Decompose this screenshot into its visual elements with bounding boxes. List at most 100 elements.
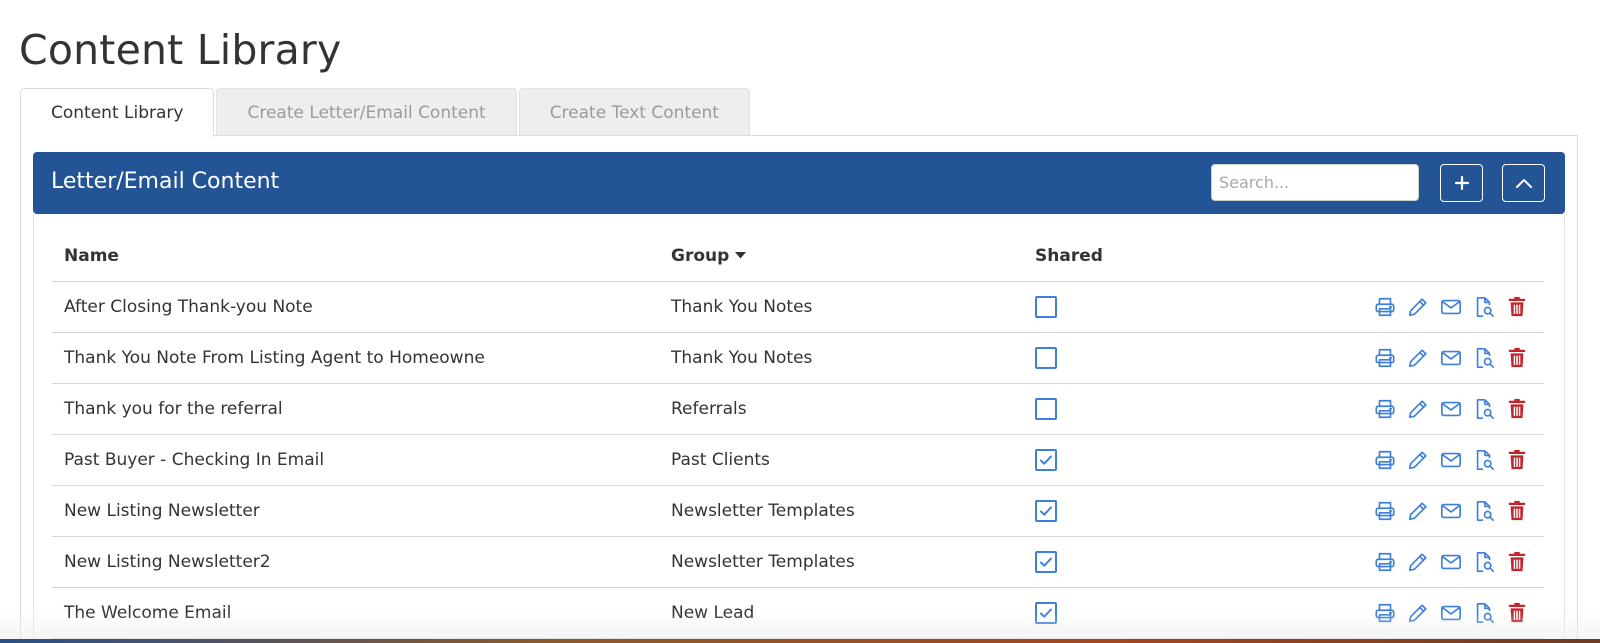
file-search-button[interactable] [1472,295,1496,319]
row-name[interactable]: The Welcome Email [52,587,659,639]
row-actions-cell [1223,383,1544,435]
shared-checkbox[interactable] [1035,346,1057,369]
tab-create-letter-email-content[interactable]: Create Letter/Email Content [216,88,517,136]
trash-icon [1508,398,1526,418]
trash-button[interactable] [1505,601,1529,625]
table-row: New Listing Newsletter2 Newsletter Templa… [52,536,1544,588]
column-header-actions [1223,231,1544,282]
file-search-button[interactable] [1472,499,1496,523]
print-button[interactable] [1373,295,1397,319]
file-search-button[interactable] [1472,397,1496,421]
shared-checkbox[interactable] [1035,397,1057,420]
tab-bar: Content Library Create Letter/Email Cont… [20,88,752,137]
print-button[interactable] [1373,550,1397,574]
shared-checkbox[interactable] [1035,499,1057,522]
envelope-button[interactable] [1439,601,1463,625]
pencil-button[interactable] [1406,346,1430,370]
trash-button[interactable] [1505,550,1529,574]
trash-button[interactable] [1505,346,1529,370]
row-shared-cell [1023,434,1223,486]
chevron-up-icon [1515,179,1532,188]
print-icon [1375,348,1395,367]
add-content-button[interactable] [1440,164,1483,202]
file-search-button[interactable] [1472,346,1496,370]
trash-icon [1508,551,1526,571]
file-search-button[interactable] [1472,601,1496,625]
envelope-icon [1441,605,1461,620]
content-table: Name Group Shared After Closing Thank-yo… [52,231,1544,639]
envelope-button[interactable] [1439,346,1463,370]
table-row: Thank you for the referral Referrals [52,383,1544,435]
caret-down-icon [735,252,747,259]
plus-icon [1454,175,1469,191]
print-icon [1375,297,1395,316]
print-icon [1375,399,1395,418]
row-shared-cell [1023,332,1223,384]
row-name[interactable]: Past Buyer - Checking In Email [52,434,659,486]
envelope-button[interactable] [1439,550,1463,574]
panel-header: Letter/Email Content [33,152,1565,214]
print-button[interactable] [1373,346,1397,370]
pencil-icon [1408,297,1427,316]
row-group: New Lead [659,587,1023,639]
file-search-icon [1476,347,1494,368]
row-name[interactable]: After Closing Thank-you Note [52,281,659,333]
trash-button[interactable] [1505,499,1529,523]
trash-button[interactable] [1505,397,1529,421]
trash-button[interactable] [1505,295,1529,319]
pencil-button[interactable] [1406,499,1430,523]
row-shared-cell [1023,536,1223,588]
envelope-icon [1441,350,1461,365]
shared-checkbox[interactable] [1035,601,1057,624]
row-shared-cell [1023,383,1223,435]
pencil-button[interactable] [1406,448,1430,472]
row-shared-cell [1023,587,1223,639]
search-input[interactable] [1211,164,1419,201]
pencil-button[interactable] [1406,550,1430,574]
row-actions-cell [1223,332,1544,384]
pencil-button[interactable] [1406,397,1430,421]
panel-title: Letter/Email Content [51,169,280,194]
row-group: Past Clients [659,434,1023,486]
file-search-icon [1476,551,1494,572]
shared-checkbox[interactable] [1035,550,1057,573]
row-name[interactable]: Thank you for the referral [52,383,659,435]
pencil-button[interactable] [1406,295,1430,319]
column-header-group[interactable]: Group [659,231,1023,282]
print-button[interactable] [1373,397,1397,421]
envelope-button[interactable] [1439,448,1463,472]
envelope-button[interactable] [1439,295,1463,319]
file-search-icon [1476,500,1494,521]
file-search-icon [1476,296,1494,317]
envelope-icon [1441,299,1461,314]
row-name[interactable]: New Listing Newsletter [52,485,659,537]
shared-checkbox[interactable] [1035,295,1057,318]
print-button[interactable] [1373,601,1397,625]
trash-button[interactable] [1505,448,1529,472]
row-group: Newsletter Templates [659,485,1023,537]
pencil-button[interactable] [1406,601,1430,625]
pencil-icon [1408,399,1427,418]
row-name[interactable]: Thank You Note From Listing Agent to Hom… [52,332,659,384]
print-button[interactable] [1373,448,1397,472]
table-row: The Welcome Email New Lead [52,587,1544,639]
tab-create-text-content[interactable]: Create Text Content [518,88,750,136]
collapse-panel-button[interactable] [1502,164,1545,202]
tab-content-library[interactable]: Content Library [20,88,215,137]
envelope-button[interactable] [1439,499,1463,523]
row-actions-cell [1223,485,1544,537]
envelope-icon [1441,554,1461,569]
row-name[interactable]: New Listing Newsletter2 [52,536,659,588]
column-header-name[interactable]: Name [52,231,659,282]
trash-icon [1508,500,1526,520]
envelope-icon [1441,503,1461,518]
shared-checkbox[interactable] [1035,448,1057,471]
print-button[interactable] [1373,499,1397,523]
column-header-shared[interactable]: Shared [1023,231,1223,282]
row-group: Referrals [659,383,1023,435]
file-search-button[interactable] [1472,550,1496,574]
file-search-button[interactable] [1472,448,1496,472]
pencil-icon [1408,603,1427,622]
envelope-icon [1441,401,1461,416]
envelope-button[interactable] [1439,397,1463,421]
